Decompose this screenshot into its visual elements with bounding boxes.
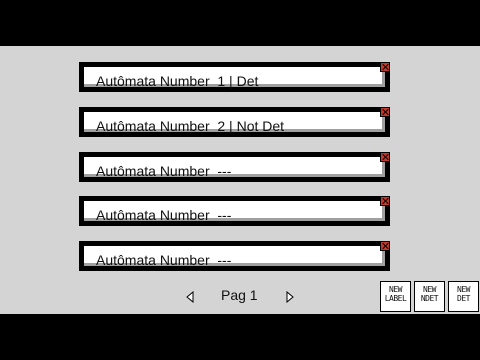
automaton-slot-2[interactable]: Autômata Number 2 | Not Det — [79, 107, 390, 137]
new-label-line1: NEW — [389, 285, 402, 294]
main-screen: Autômata Number 1 | Det Autômata Number … — [0, 46, 480, 314]
pager: Pag 1 — [180, 286, 300, 306]
automaton-slot-1[interactable]: Autômata Number 1 | Det — [79, 62, 390, 92]
automaton-slot-3[interactable]: Autômata Number --- — [79, 152, 390, 182]
arrow-left-icon[interactable] — [184, 290, 196, 304]
new-det-button[interactable]: NEW DET — [448, 281, 479, 312]
close-icon[interactable] — [380, 107, 390, 117]
new-ndet-button[interactable]: NEW NDET — [414, 281, 445, 312]
automaton-slot-field: Autômata Number --- — [84, 157, 385, 179]
close-icon[interactable] — [380, 62, 390, 72]
new-label-button[interactable]: NEW LABEL — [380, 281, 411, 312]
new-ndet-line1: NEW — [423, 285, 436, 294]
automaton-slot-field: Autômata Number --- — [84, 201, 385, 223]
automaton-slot-label: Autômata Number --- — [96, 207, 232, 223]
new-ndet-line2: NDET — [420, 294, 439, 303]
new-det-line2: DET — [457, 294, 470, 303]
page-label: Pag 1 — [221, 287, 258, 303]
automaton-slot-field: Autômata Number 1 | Det — [84, 67, 385, 89]
automaton-slot-5[interactable]: Autômata Number --- — [79, 241, 390, 271]
automaton-slot-field: Autômata Number 2 | Not Det — [84, 112, 385, 134]
close-icon[interactable] — [380, 152, 390, 162]
automaton-slot-4[interactable]: Autômata Number --- — [79, 196, 390, 226]
automaton-slot-label: Autômata Number --- — [96, 252, 232, 268]
new-det-line1: NEW — [457, 285, 470, 294]
new-label-line2: LABEL — [384, 294, 407, 303]
automaton-slot-label: Autômata Number --- — [96, 163, 232, 179]
automaton-slot-field: Autômata Number --- — [84, 246, 385, 268]
arrow-right-icon[interactable] — [284, 290, 296, 304]
close-icon[interactable] — [380, 241, 390, 251]
automaton-slot-label: Autômata Number 2 | Not Det — [96, 118, 285, 134]
automaton-slot-label: Autômata Number 1 | Det — [96, 73, 259, 89]
close-icon[interactable] — [380, 196, 390, 206]
